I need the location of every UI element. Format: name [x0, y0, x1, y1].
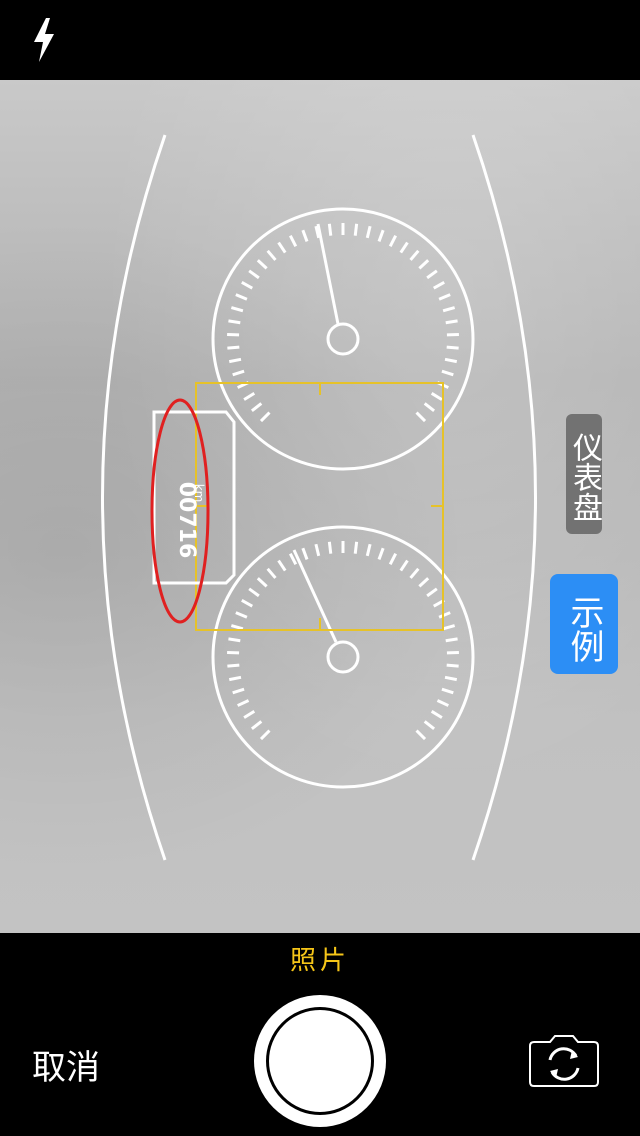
gauge-needle: [292, 549, 338, 643]
dashboard-label: 仪表盘: [566, 414, 602, 534]
camera-switch-icon[interactable]: [528, 1032, 600, 1088]
gauge-tick: [301, 229, 309, 242]
gauge-tick: [228, 637, 241, 643]
gauge-tick: [377, 547, 385, 560]
gauge-tick: [256, 259, 268, 270]
gauge-tick: [442, 306, 456, 313]
gauge-tick: [266, 567, 277, 579]
gauge-tick: [228, 319, 241, 325]
gauge-tick: [433, 281, 445, 290]
gauge-tick: [241, 281, 253, 290]
gauge-tick: [430, 392, 443, 401]
gauge-tick: [399, 559, 409, 572]
gauge-tick: [227, 345, 240, 350]
gauge-tick: [399, 241, 409, 254]
gauge-tick: [353, 541, 359, 554]
gauge-bottom: [211, 525, 475, 789]
gauge-tick: [438, 293, 451, 301]
gauge-tick: [388, 552, 397, 566]
gauge-tick: [409, 249, 420, 261]
gauge-tick: [442, 624, 456, 631]
gauge-tick: [228, 357, 242, 364]
gauge-tick: [241, 599, 253, 608]
odometer-unit: km: [192, 484, 206, 503]
gauge-tick: [426, 269, 438, 280]
gauge-tick: [377, 229, 385, 242]
mode-label-photo[interactable]: 照片: [0, 940, 640, 977]
gauge-tick: [237, 699, 250, 707]
gauge-tick: [446, 345, 459, 350]
gauge-tick: [235, 293, 248, 301]
gauge-tick: [409, 567, 420, 579]
gauge-tick: [423, 720, 436, 730]
gauge-tick: [327, 223, 333, 236]
gauge-tick: [243, 392, 256, 401]
gauge-tick: [441, 369, 454, 377]
gauge-tick: [243, 710, 256, 719]
gauge-tick: [445, 637, 458, 643]
gauge-tick: [250, 402, 263, 412]
gauge-tick: [266, 249, 277, 261]
gauge-tick: [232, 369, 245, 377]
gauge-tick: [430, 710, 443, 719]
gauge-tick: [235, 611, 248, 619]
gauge-tick: [248, 587, 260, 598]
gauge-tick: [256, 577, 268, 588]
gauge-tick: [415, 411, 427, 423]
gauge-tick: [259, 411, 271, 423]
guide-left-arc: [101, 134, 167, 861]
gauge-tick: [353, 223, 359, 236]
example-button[interactable]: 示例: [550, 574, 618, 674]
gauge-needle: [316, 223, 340, 325]
gauge-tick: [228, 675, 242, 682]
dashboard-guide-overlay: 00716 km: [101, 134, 537, 861]
gauge-tick: [415, 729, 427, 741]
gauge-tick: [230, 306, 244, 313]
gauge-tick: [441, 687, 454, 695]
cancel-button[interactable]: 取消: [32, 1040, 100, 1089]
gauge-tick: [444, 357, 458, 364]
gauge-tick: [277, 559, 287, 572]
gauge-tick: [436, 699, 449, 707]
gauge-tick: [250, 720, 263, 730]
gauge-tick: [418, 577, 430, 588]
gauge-tick: [232, 687, 245, 695]
gauge-tick: [418, 259, 430, 270]
gauge-tick: [277, 241, 287, 254]
gauge-tick: [301, 547, 309, 560]
gauge-tick: [426, 587, 438, 598]
gauge-tick: [438, 611, 451, 619]
guide-right-arc: [471, 134, 537, 861]
gauge-tick: [327, 541, 333, 554]
shutter-button[interactable]: [254, 995, 386, 1127]
gauge-tick: [445, 319, 458, 325]
gauge-tick: [444, 675, 458, 682]
gauge-tick: [248, 269, 260, 280]
gauge-tick: [227, 663, 240, 668]
gauge-tick: [446, 663, 459, 668]
gauge-tick: [365, 225, 372, 239]
gauge-tick: [230, 624, 244, 631]
gauge-tick: [365, 543, 372, 557]
gauge-tick: [388, 234, 397, 248]
gauge-tick: [289, 234, 298, 248]
gauge-top: [211, 207, 475, 471]
gauge-tick: [314, 543, 321, 557]
gauge-tick: [259, 729, 271, 741]
gauge-tick: [423, 402, 436, 412]
